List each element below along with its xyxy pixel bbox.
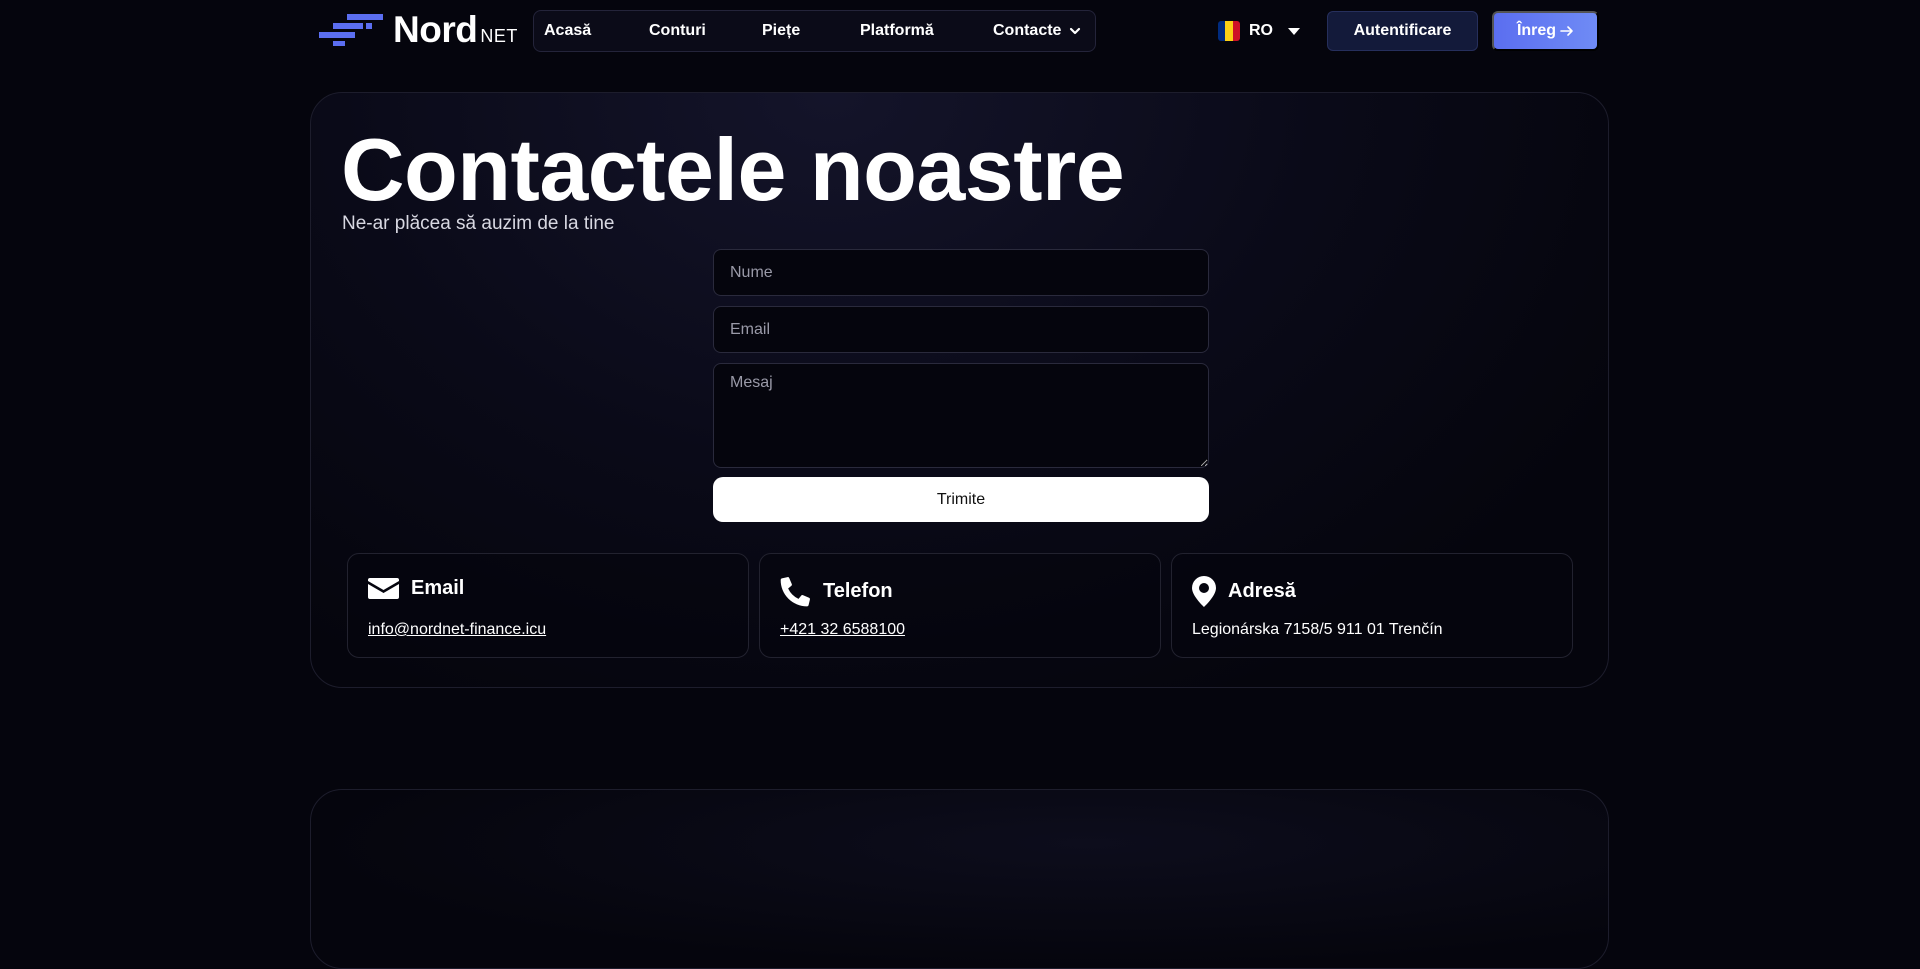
register-label: Înreg [1516, 22, 1557, 39]
nav-item-contacte-label: Contacte [993, 22, 1062, 39]
top-bar: Nord NET Acasă Conturi Piețe Platformă C… [0, 0, 1920, 60]
address-card: Adresă Legionárska 7158/5 911 01 Trenčín [1171, 553, 1573, 658]
phone-card: Telefon +421 32 6588100 [759, 553, 1161, 658]
nav-item-platforma[interactable]: Platformă [860, 22, 934, 40]
logo-mark-icon [319, 14, 383, 46]
logo-suffix: NET [480, 26, 518, 46]
contact-section: Contactele noastre Ne-ar plăcea să auzim… [310, 92, 1609, 688]
page-subtitle: Ne-ar plăcea să auzim de la tine [342, 213, 615, 234]
phone-link[interactable]: +421 32 6588100 [780, 621, 905, 639]
nav-item-contacte[interactable]: Contacte [993, 22, 1081, 40]
map-pin-icon [1192, 576, 1216, 607]
main-nav: Acasă Conturi Piețe Platformă Contacte [533, 10, 1096, 52]
envelope-icon [368, 578, 399, 599]
chevron-down-icon [1070, 27, 1081, 35]
email-card-label: Email [411, 576, 465, 599]
phone-card-label: Telefon [823, 580, 893, 602]
nav-item-piete[interactable]: Piețe [762, 22, 800, 40]
message-textarea[interactable] [713, 363, 1209, 468]
caret-down-icon [1288, 27, 1300, 35]
nav-item-conturi[interactable]: Conturi [649, 22, 706, 40]
romania-flag-icon [1218, 21, 1240, 41]
email-card: Email info@nordnet-finance.icu [347, 553, 749, 658]
login-button[interactable]: Autentificare [1327, 11, 1478, 51]
page-title: Contactele noastre [341, 120, 1125, 219]
arrow-right-icon [1560, 26, 1573, 36]
logo-text: Nord NET [393, 9, 518, 50]
language-code: RO [1249, 22, 1273, 39]
brand-logo[interactable]: Nord NET [319, 9, 518, 50]
logo-name: Nord [393, 9, 478, 50]
email-input[interactable] [713, 306, 1209, 353]
phone-icon [780, 577, 810, 607]
phone-card-header: Telefon [780, 576, 893, 607]
email-card-header: Email [368, 576, 464, 600]
address-card-label: Adresă [1228, 580, 1296, 602]
language-selector[interactable]: RO [1218, 18, 1300, 44]
address-text: Legionárska 7158/5 911 01 Trenčín [1192, 621, 1443, 638]
email-link[interactable]: info@nordnet-finance.icu [368, 621, 546, 639]
submit-button[interactable]: Trimite [713, 477, 1209, 522]
register-button[interactable]: Înreg [1492, 11, 1599, 51]
name-input[interactable] [713, 249, 1209, 296]
nav-item-acasa[interactable]: Acasă [544, 22, 591, 40]
address-card-header: Adresă [1192, 576, 1296, 607]
lower-section [310, 789, 1609, 969]
